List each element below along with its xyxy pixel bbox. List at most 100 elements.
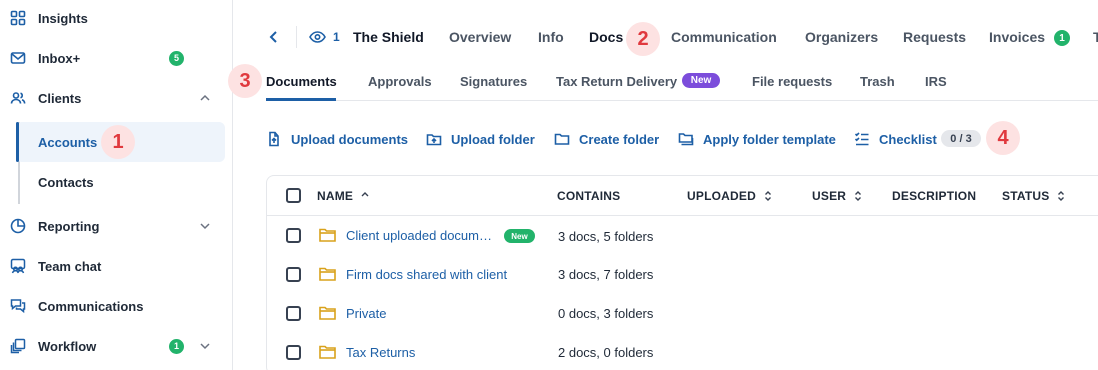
- subtab-approvals[interactable]: Approvals: [368, 74, 432, 89]
- create-folder-button[interactable]: Create folder: [554, 131, 659, 147]
- chevron-down-icon[interactable]: [198, 219, 212, 233]
- create-folder-label: Create folder: [579, 131, 660, 147]
- sidebar: Insights Inbox+ 5 Clients Accounts Conta…: [0, 0, 233, 370]
- row-contains: 3 docs, 5 folders: [558, 229, 654, 244]
- column-header-name[interactable]: NAME: [317, 189, 369, 203]
- upload-file-icon: [269, 131, 279, 147]
- sidebar-item-label: Insights: [38, 10, 88, 26]
- sidebar-item-communications[interactable]: Communications: [0, 288, 232, 324]
- grid-icon: [10, 10, 26, 26]
- sidebar-item-workflow[interactable]: Workflow 1: [0, 328, 232, 364]
- folder-name-link[interactable]: Client uploaded docum…: [346, 228, 492, 243]
- sidebar-item-clients[interactable]: Clients: [0, 80, 232, 116]
- sort-icon: [764, 191, 771, 201]
- sort-ascending-icon: [361, 192, 369, 197]
- new-badge: New: [682, 73, 720, 88]
- subtab-signatures[interactable]: Signatures: [460, 74, 527, 89]
- back-chevron-icon[interactable]: [266, 29, 282, 45]
- sidebar-item-team-chat[interactable]: Team chat: [0, 248, 232, 284]
- chevron-up-icon[interactable]: [198, 91, 212, 105]
- folder-icon: [319, 267, 336, 281]
- table-header-divider: [266, 215, 1098, 216]
- sidebar-item-inbox[interactable]: Inbox+ 5: [0, 40, 232, 76]
- column-header-label: STATUS: [1002, 189, 1050, 203]
- column-header-label: NAME: [317, 189, 354, 203]
- select-all-checkbox[interactable]: [286, 188, 301, 203]
- new-badge: New: [504, 229, 535, 243]
- annotation-marker: 3: [228, 64, 262, 98]
- column-header-description: DESCRIPTION: [892, 189, 976, 203]
- inbox-count-badge: 5: [169, 50, 184, 66]
- checklist-icon: [854, 132, 869, 146]
- sidebar-item-label: Reporting: [38, 218, 100, 234]
- upload-folder-button[interactable]: Upload folder: [426, 131, 535, 147]
- folder-icon: [319, 345, 336, 359]
- sidebar-subitem-contacts[interactable]: Contacts: [38, 175, 94, 190]
- tab-communication[interactable]: Communication: [671, 29, 777, 45]
- row-checkbox[interactable]: [286, 306, 301, 321]
- upload-documents-label: Upload documents: [291, 131, 409, 147]
- sidebar-item-label: Clients: [38, 90, 82, 106]
- column-header-uploaded[interactable]: UPLOADED: [687, 189, 772, 203]
- sub-item-active-indicator: [16, 122, 19, 162]
- sidebar-subitem-accounts[interactable]: Accounts: [38, 135, 97, 150]
- tab-organizers[interactable]: Organizers: [805, 29, 878, 45]
- folder-icon: [554, 133, 570, 145]
- subtab-file-requests[interactable]: File requests: [752, 74, 832, 89]
- folder-name-link[interactable]: Private: [346, 306, 386, 321]
- row-contains: 3 docs, 7 folders: [558, 267, 654, 282]
- subtab-tax-return-delivery[interactable]: Tax Return Delivery: [556, 74, 677, 89]
- sidebar-item-label: Communications: [38, 298, 144, 314]
- apply-folder-template-button[interactable]: Apply folder template: [678, 131, 836, 147]
- column-header-status[interactable]: STATUS: [1002, 189, 1065, 203]
- annotation-marker: 2: [626, 22, 660, 56]
- upload-documents-button[interactable]: Upload documents: [266, 131, 408, 147]
- column-header-contains: CONTAINS: [557, 189, 620, 203]
- mail-icon: [10, 50, 26, 66]
- sort-icon: [855, 191, 862, 201]
- sidebar-item-reporting[interactable]: Reporting: [0, 208, 232, 244]
- tab-requests[interactable]: Requests: [903, 29, 966, 45]
- eye-icon: [309, 31, 326, 43]
- checklist-button[interactable]: Checklist: [854, 131, 937, 147]
- tab-invoices[interactable]: Invoices: [989, 29, 1045, 45]
- folder-template-icon: [678, 133, 694, 146]
- annotation-marker: 1: [101, 125, 135, 159]
- annotation-marker: 4: [986, 121, 1020, 155]
- sort-icon: [1058, 191, 1065, 201]
- sidebar-item-label: Inbox+: [38, 50, 81, 66]
- viewer-count: 1: [333, 30, 340, 44]
- row-checkbox[interactable]: [286, 228, 301, 243]
- chat-icon: [10, 298, 26, 314]
- subtab-irs[interactable]: IRS: [925, 74, 947, 89]
- folder-icon: [319, 228, 336, 242]
- tab-docs[interactable]: Docs: [589, 29, 623, 45]
- row-contains: 0 docs, 3 folders: [558, 306, 654, 321]
- folder-name-link[interactable]: Firm docs shared with client: [346, 267, 507, 282]
- column-header-label: UPLOADED: [687, 189, 756, 203]
- checklist-label: Checklist: [879, 131, 937, 147]
- upload-folder-icon: [426, 134, 442, 146]
- row-checkbox[interactable]: [286, 345, 301, 360]
- tab-info[interactable]: Info: [538, 29, 564, 45]
- row-checkbox[interactable]: [286, 267, 301, 282]
- pie-chart-icon: [10, 218, 26, 234]
- column-header-label: USER: [812, 189, 847, 203]
- column-header-label: CONTAINS: [557, 189, 621, 203]
- checklist-count-badge: 0 / 3: [941, 130, 981, 147]
- sidebar-item-insights[interactable]: Insights: [0, 0, 232, 36]
- workflow-count-badge: 1: [169, 338, 184, 354]
- tab-overview[interactable]: Overview: [449, 29, 511, 45]
- sidebar-item-label: Workflow: [38, 338, 97, 354]
- team-chat-icon: [10, 258, 26, 274]
- row-contains: 2 docs, 0 folders: [558, 345, 654, 360]
- folder-name-link[interactable]: Tax Returns: [346, 345, 415, 360]
- upload-folder-label: Upload folder: [451, 131, 535, 147]
- users-icon: [10, 90, 26, 106]
- column-header-user[interactable]: USER: [812, 189, 862, 203]
- subtab-documents[interactable]: Documents: [266, 74, 337, 89]
- tab-cut-off[interactable]: T: [1093, 29, 1098, 45]
- chevron-down-icon[interactable]: [198, 339, 212, 353]
- header-divider: [296, 26, 297, 48]
- subtab-trash[interactable]: Trash: [860, 74, 895, 89]
